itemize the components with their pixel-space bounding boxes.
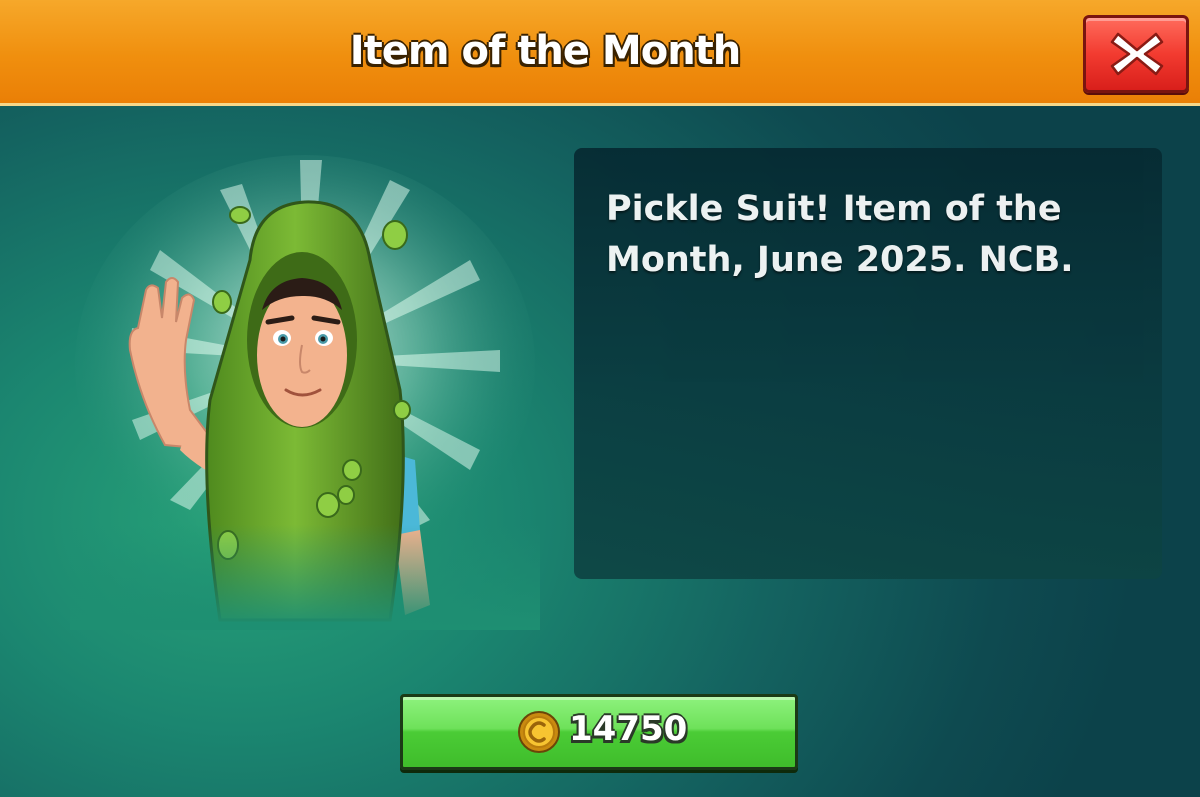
- close-x-icon: [1110, 32, 1164, 76]
- item-of-the-month-dialog: Item of the Month Pickle Suit! Item of t…: [0, 0, 1200, 797]
- item-description: Pickle Suit! Item of the Month, June 202…: [606, 189, 1074, 280]
- dialog-title: Item of the Month: [349, 28, 742, 74]
- buy-button[interactable]: 14750: [400, 694, 798, 770]
- price-label: 14750: [569, 709, 688, 749]
- item-description-panel: Pickle Suit! Item of the Month, June 202…: [574, 148, 1162, 579]
- dialog-header: Item of the Month: [0, 0, 1200, 106]
- pickle-suit-character: [70, 150, 540, 630]
- close-button[interactable]: [1083, 15, 1189, 93]
- coin-icon: [518, 711, 560, 753]
